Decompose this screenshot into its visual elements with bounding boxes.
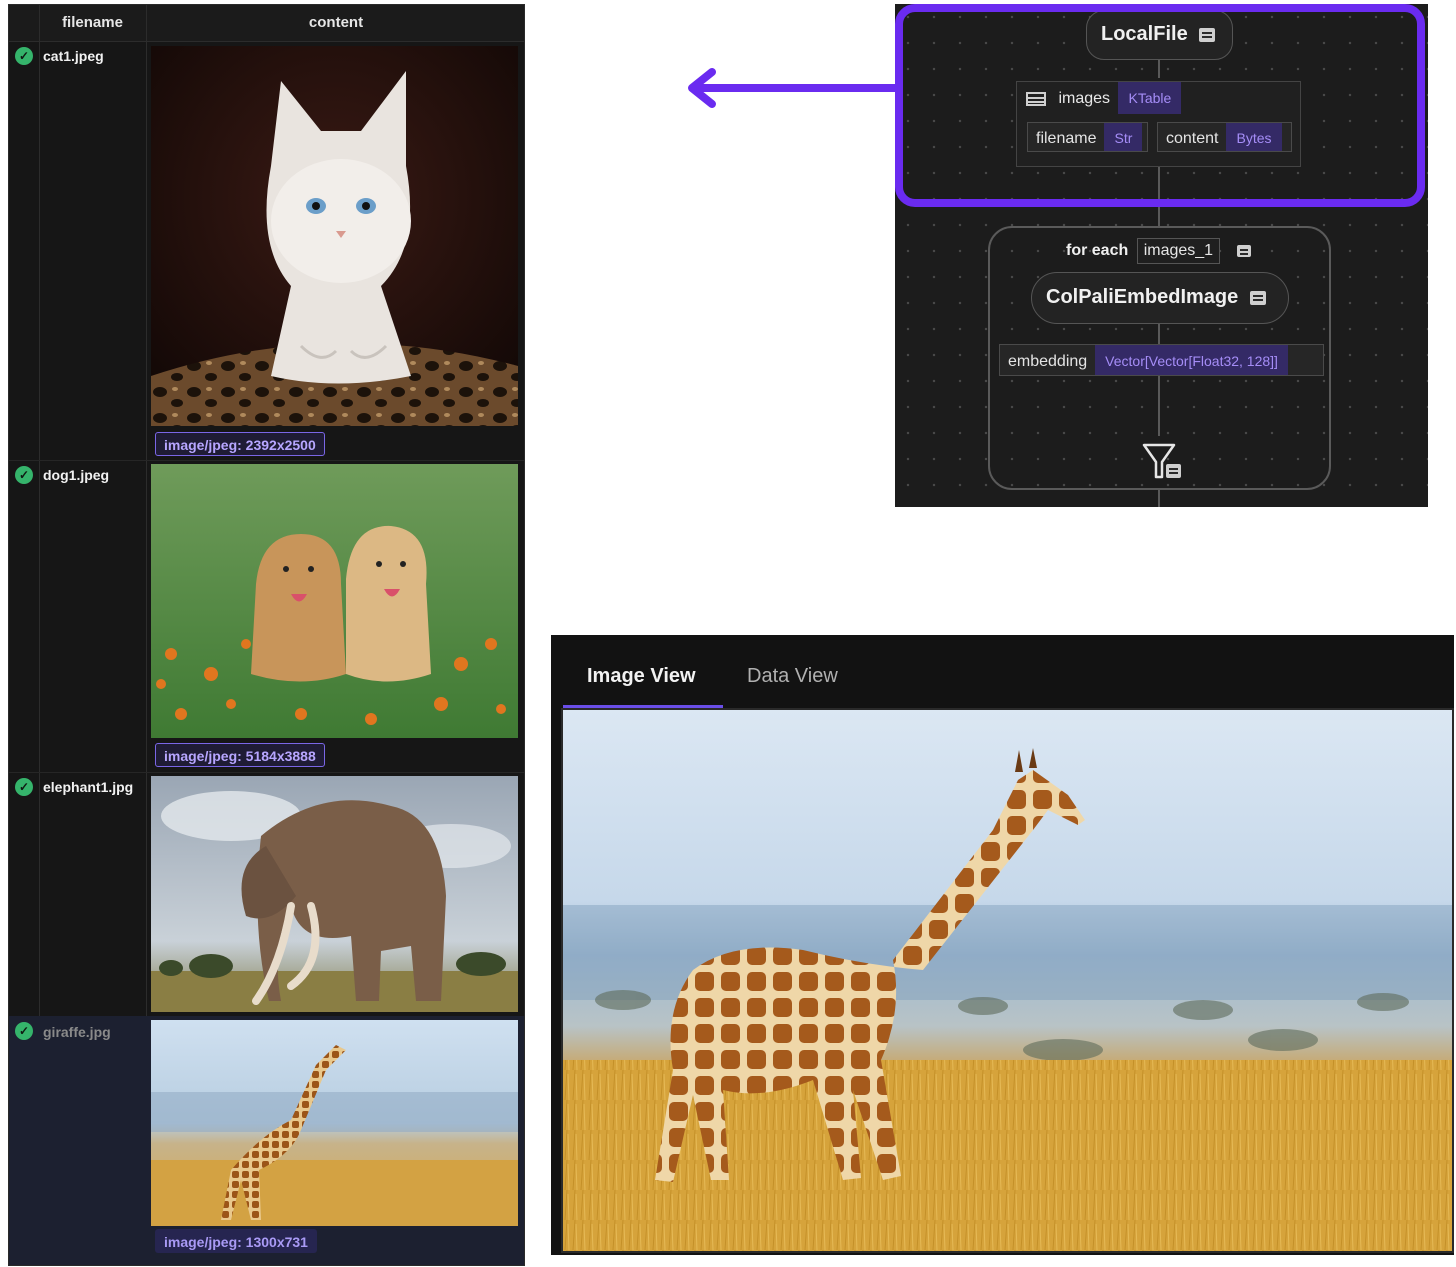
table-header: filename content [9, 5, 524, 42]
tab-data-view[interactable]: Data View [747, 665, 838, 688]
check-circle-icon: ✓ [15, 466, 33, 484]
image-thumbnail-giraffe[interactable] [151, 1020, 518, 1226]
filename-cell: elephant1.jpg [43, 779, 134, 795]
node-title: ColPaliEmbedImage [1046, 286, 1239, 308]
arrow-left-icon [688, 68, 898, 108]
mime-badge: image/jpeg: 2392x2500 [155, 432, 325, 456]
edge [1158, 490, 1160, 507]
image-viewer: Image View Data View [551, 635, 1454, 1255]
foreach-block[interactable]: for each images_1 ColPaliEmbedImage embe… [988, 226, 1331, 490]
mime-badge: image/jpeg: 1300x731 [155, 1229, 317, 1253]
document-icon[interactable] [1249, 290, 1266, 305]
check-circle-icon: ✓ [15, 47, 33, 65]
filename-cell: giraffe.jpg [43, 1024, 111, 1040]
filter-icon[interactable] [1140, 442, 1186, 482]
foreach-label: for each [1066, 242, 1129, 259]
foreach-header: for each images_1 [1066, 238, 1251, 264]
image-thumbnail-dog[interactable] [151, 464, 518, 738]
filename-cell: cat1.jpeg [43, 48, 104, 64]
document-icon[interactable] [1236, 244, 1251, 257]
output-field[interactable]: embedding Vector[Vector[Float32, 128]] [999, 344, 1324, 376]
colpali-node[interactable]: ColPaliEmbedImage [1031, 272, 1289, 324]
table-row[interactable]: ✓ cat1.jpeg image/jpeg: 2392x2500 [9, 41, 524, 461]
table-row[interactable]: ✓ elephant1.jpg [9, 772, 524, 1017]
mime-badge: image/jpeg: 5184x3888 [155, 743, 325, 767]
field-name: embedding [1008, 353, 1088, 370]
foreach-var[interactable]: images_1 [1136, 238, 1221, 264]
filename-cell: dog1.jpeg [43, 467, 110, 483]
tab-image-view[interactable]: Image View [587, 665, 696, 688]
column-header-filename[interactable]: filename [39, 5, 146, 41]
type-badge: Vector[Vector[Float32, 128]] [1095, 345, 1288, 375]
check-circle-icon: ✓ [15, 1022, 33, 1040]
image-thumbnail-elephant[interactable] [151, 776, 518, 1012]
check-circle-icon: ✓ [15, 778, 33, 796]
highlight-frame [895, 4, 1425, 207]
column-header-content[interactable]: content [147, 5, 524, 41]
table-row[interactable]: ✓ giraffe.jpg image/jpeg: 1300x731 [9, 1016, 524, 1265]
file-table: filename content ✓ cat1.jpeg image/jpeg:… [8, 4, 525, 1266]
table-row[interactable]: ✓ dog1.jpeg image/jpeg: 5184x3888 [9, 460, 524, 773]
image-preview-giraffe[interactable] [561, 708, 1454, 1253]
image-thumbnail-cat[interactable] [151, 46, 518, 426]
